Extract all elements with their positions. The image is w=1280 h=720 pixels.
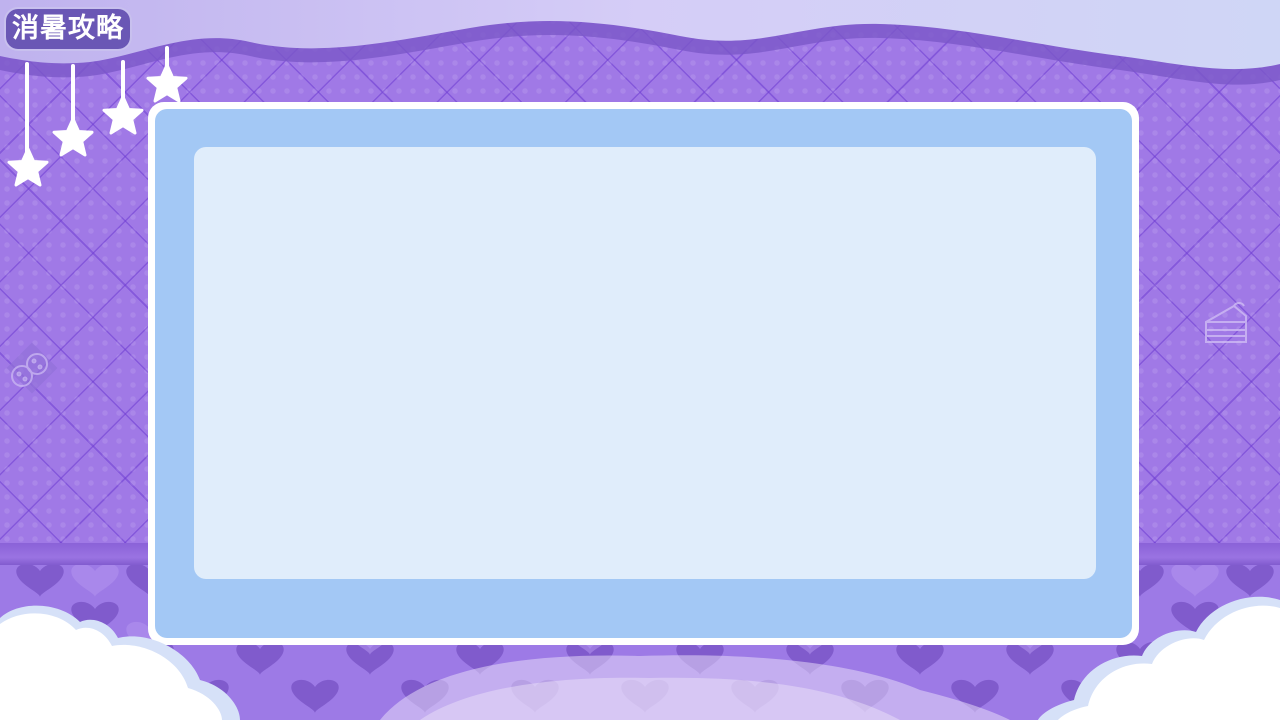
star-icon — [102, 95, 144, 135]
cookies-icon — [6, 342, 58, 394]
bottom-clouds — [0, 596, 1280, 720]
page-title: 消暑攻略 — [12, 13, 124, 44]
star-icon — [146, 63, 188, 103]
canopy-curtain — [0, 0, 1280, 85]
content-panel — [194, 147, 1096, 579]
star-icon — [7, 147, 49, 187]
title-tag: 消暑攻略 — [6, 9, 130, 49]
star-icon — [52, 117, 94, 157]
star-string-1 — [25, 62, 29, 158]
cake-slice-icon — [1205, 302, 1247, 343]
